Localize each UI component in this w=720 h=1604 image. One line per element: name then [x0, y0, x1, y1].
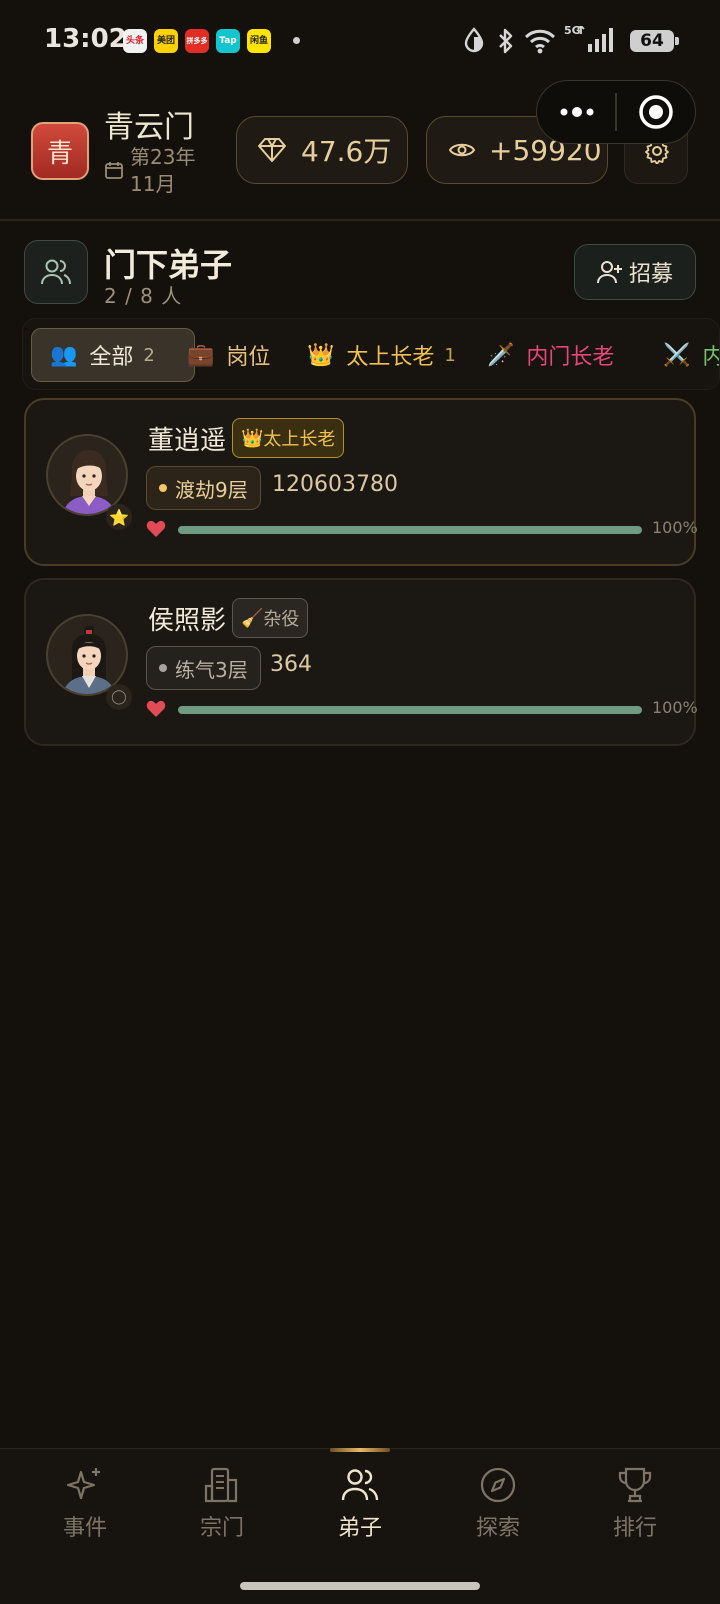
- sect-name: 青云门: [104, 110, 194, 145]
- realm-label: 练气3层: [175, 657, 248, 682]
- nav-events[interactable]: 事件: [30, 1466, 140, 1542]
- tab-positions[interactable]: 💼 岗位: [187, 328, 270, 382]
- bluetooth-icon: [496, 27, 516, 55]
- star-badge-icon: ⭐: [106, 504, 132, 530]
- miniprogram-capsule: [536, 80, 696, 144]
- role-badge: 🧹 杂役: [232, 598, 309, 638]
- tab-label: 岗位: [226, 345, 271, 370]
- spirit-stones-pill[interactable]: 47.6万: [236, 116, 408, 184]
- tab-count: 1: [444, 344, 456, 366]
- disciple-card[interactable]: ◯ 侯照影 🧹 杂役 练气3层 364 100%: [24, 578, 698, 746]
- role-filter-tabs: 👥 全部 2 💼 岗位 👑 太上长老 1 🗡️ 内门长老 ⚔️ 内: [22, 318, 720, 390]
- tab-label: 内: [702, 339, 719, 371]
- trophy-icon: [615, 1466, 655, 1504]
- recruit-label: 招募: [628, 262, 673, 287]
- tab-icon: 👥: [50, 342, 78, 368]
- capsule-divider: [615, 93, 617, 131]
- tab-all[interactable]: 👥 全部 2: [31, 328, 195, 382]
- broom-icon: 🧹: [241, 607, 264, 629]
- heart-icon: [146, 700, 166, 718]
- tab-label: 太上长老: [346, 345, 435, 370]
- hp-percent: 100%: [652, 698, 698, 717]
- calendar-icon: [104, 160, 124, 180]
- compass-icon: [478, 1466, 518, 1504]
- dagger-icon: 🗡️: [487, 342, 515, 368]
- realm-badge: 练气3层: [146, 646, 261, 690]
- disciple-name: 董逍遥: [148, 426, 227, 456]
- tab-grand-elder[interactable]: 👑 太上长老 1: [307, 328, 456, 382]
- tab-label: 内门长老: [526, 345, 615, 370]
- battery-indicator: 64: [630, 30, 679, 52]
- disciple-name: 侯照影: [148, 606, 227, 636]
- combat-power: 120603780: [272, 472, 398, 497]
- crossed-swords-icon: ⚔️: [663, 342, 691, 368]
- cell-signal-icon: [576, 26, 620, 54]
- tab-inner-disciple[interactable]: ⚔️ 内: [663, 328, 719, 382]
- nav-label: 探索: [475, 1516, 520, 1541]
- notification-dot-icon: [293, 37, 300, 44]
- sect-date: 第23年 11月: [130, 145, 196, 196]
- close-target-icon[interactable]: [637, 93, 675, 131]
- nav-label: 排行: [612, 1516, 657, 1541]
- nav-label: 宗门: [199, 1516, 244, 1541]
- users-icon: [41, 259, 71, 285]
- meituan-app-icon: 美团: [154, 29, 178, 53]
- nav-disciples[interactable]: 弟子: [305, 1466, 415, 1542]
- add-user-icon: [596, 260, 623, 284]
- realm-dot-icon: [159, 664, 167, 672]
- sparkle-icon: [65, 1466, 105, 1504]
- nav-label: 事件: [62, 1516, 107, 1541]
- realm-badge: 渡劫9层: [146, 466, 261, 510]
- header-divider: [0, 219, 720, 221]
- more-options-icon[interactable]: [559, 101, 595, 123]
- heart-icon: [146, 520, 166, 538]
- eye-icon: [449, 141, 475, 159]
- status-bar: 13:02 头条 美团 拼多多 Tap 闲鱼 5G 64: [0, 0, 720, 80]
- disciples-section-icon: [24, 240, 88, 304]
- home-indicator[interactable]: [240, 1582, 480, 1590]
- taptap-app-icon: Tap: [216, 29, 240, 53]
- crown-icon: 👑: [307, 342, 335, 368]
- wifi-icon: [524, 28, 556, 54]
- tab-count: 2: [143, 344, 155, 366]
- nav-label: 弟子: [337, 1516, 382, 1541]
- spirit-stones-value: 47.6万: [301, 135, 392, 168]
- xianyu-app-icon: 闲鱼: [247, 29, 271, 53]
- sect-badge[interactable]: 青: [31, 122, 89, 180]
- recruit-button[interactable]: 招募: [574, 244, 696, 300]
- crown-icon: 👑: [241, 427, 264, 449]
- briefcase-icon: 💼: [187, 342, 215, 368]
- users-icon: [340, 1466, 380, 1504]
- toutiao-app-icon: 头条: [123, 29, 147, 53]
- data-saver-icon: [463, 27, 485, 53]
- pinduoduo-app-icon: 拼多多: [185, 29, 209, 53]
- nav-ranking[interactable]: 排行: [580, 1466, 690, 1542]
- combat-power: 364: [270, 652, 312, 677]
- hp-percent: 100%: [652, 518, 698, 537]
- diamond-icon: [257, 137, 287, 163]
- status-time: 13:02: [44, 24, 127, 54]
- realm-label: 渡劫9层: [175, 477, 248, 502]
- role-badge: 👑 太上长老: [232, 418, 345, 458]
- role-label: 杂役: [263, 609, 300, 630]
- nav-explore[interactable]: 探索: [443, 1466, 553, 1542]
- tab-inner-elder[interactable]: 🗡️ 内门长老: [487, 328, 614, 382]
- realm-dot-icon: [159, 484, 167, 492]
- disciple-card[interactable]: ⭐ 董逍遥 👑 太上长老 渡劫9层 120603780 100%: [24, 398, 698, 566]
- disciple-count: 2 / 8 人: [104, 284, 183, 308]
- hp-bar: [178, 706, 642, 714]
- hp-bar: [178, 526, 642, 534]
- nav-sect[interactable]: 宗门: [167, 1466, 277, 1542]
- active-nav-indicator: [330, 1448, 390, 1452]
- building-icon: [202, 1466, 242, 1504]
- circle-badge-icon: ◯: [106, 684, 132, 710]
- role-label: 太上长老: [263, 429, 336, 450]
- tab-label: 全部: [89, 345, 134, 370]
